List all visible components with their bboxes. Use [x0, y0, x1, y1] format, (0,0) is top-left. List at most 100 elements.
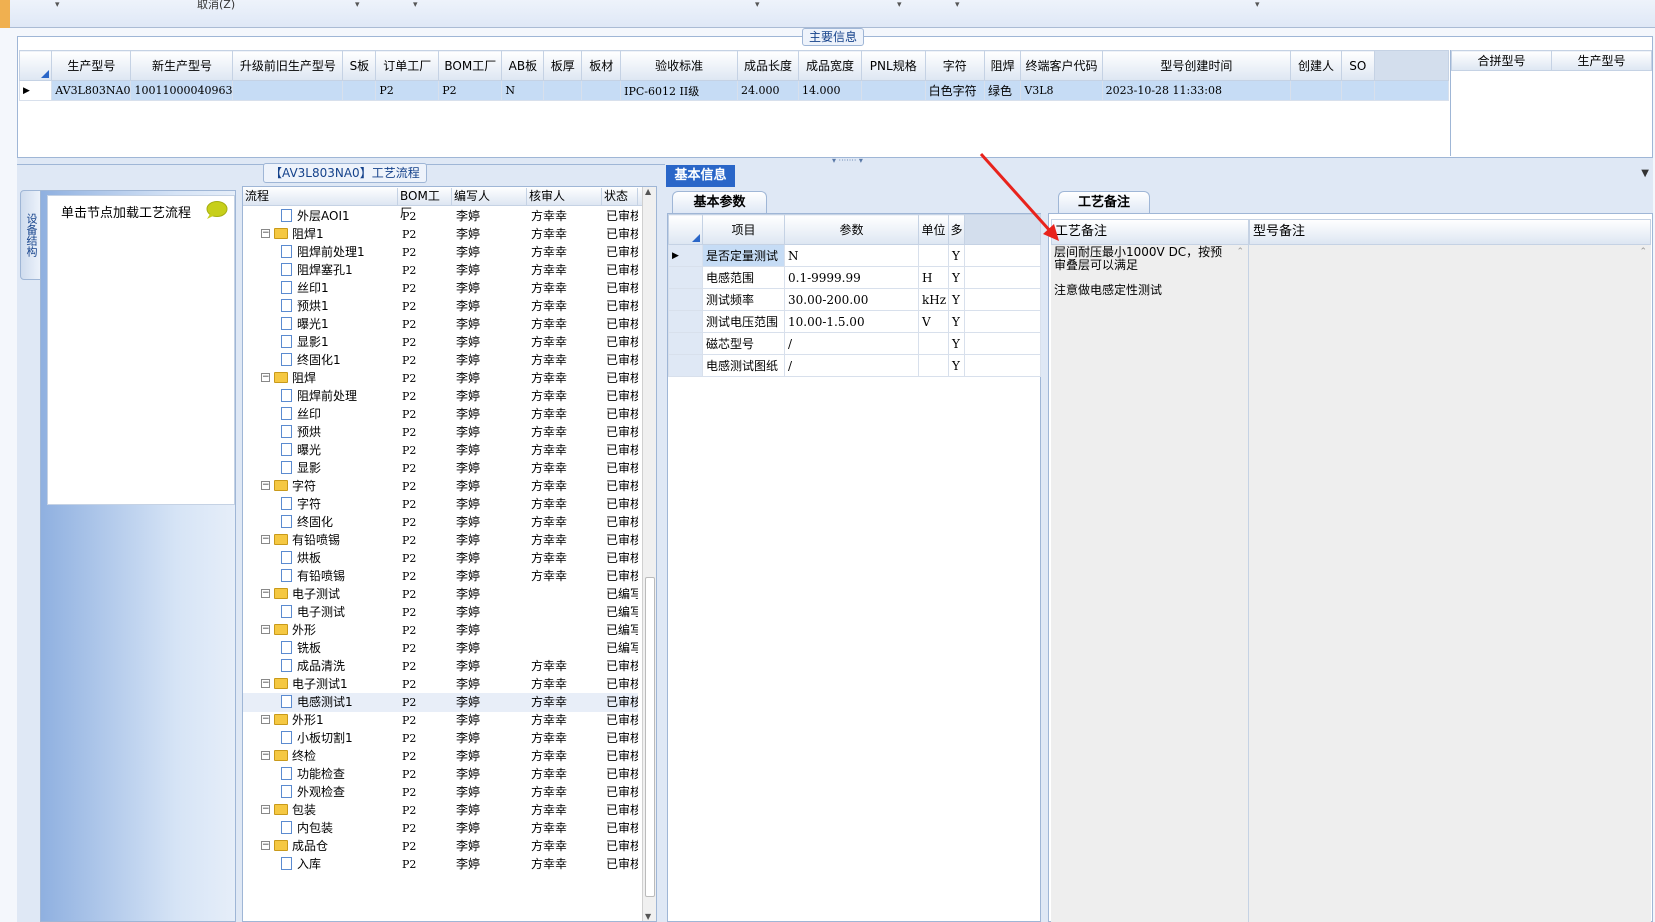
tree-row[interactable]: 丝印1 P2 李婷 方幸幸 已审核 — [243, 279, 638, 298]
tree-node[interactable]: 内包装 — [281, 819, 396, 838]
tree-row[interactable]: 电感测试1 P2 李婷 方幸幸 已审核 — [243, 693, 638, 712]
col-header[interactable]: 合拼型号 — [1451, 50, 1552, 71]
dropdown-caret-icon[interactable]: ▾ — [897, 0, 902, 10]
tree-row[interactable]: 预烘 P2 李婷 方幸幸 已审核 — [243, 423, 638, 442]
param-item-cell[interactable]: 电感测试图纸 — [702, 354, 785, 377]
param-unit-cell[interactable]: V — [918, 310, 949, 333]
tree-row[interactable]: 功能检查 P2 李婷 方幸幸 已审核 — [243, 765, 638, 784]
tree-row[interactable]: 丝印 P2 李婷 方幸幸 已审核 — [243, 405, 638, 424]
param-item-cell[interactable]: 是否定量测试 — [702, 244, 785, 267]
col-header[interactable]: 终端客户代码 — [1020, 50, 1103, 81]
col-header-process-notes[interactable]: 工艺备注 — [1051, 219, 1249, 245]
param-flag-cell[interactable]: Y — [948, 354, 965, 377]
tree-row[interactable]: 入库 P2 李婷 方幸幸 已审核 — [243, 855, 638, 874]
tree-row[interactable]: 成品清洗 P2 李婷 方幸幸 已审核 — [243, 657, 638, 676]
table-cell[interactable]: 14.000 — [798, 80, 862, 101]
tree-node[interactable]: − 外形 — [261, 621, 396, 640]
row-header[interactable] — [668, 332, 703, 355]
tree-node[interactable]: − 电子测试 — [261, 585, 396, 604]
tree-row[interactable]: 内包装 P2 李婷 方幸幸 已审核 — [243, 819, 638, 838]
tree-node[interactable]: 烘板 — [281, 549, 396, 568]
tree-row[interactable]: − 有铅喷锡 P2 李婷 方幸幸 已审核 — [243, 531, 638, 550]
table-row[interactable]: 测试电压范围 10.00-1.5.00 V Y — [668, 310, 1041, 333]
col-header[interactable]: 字符 — [924, 50, 986, 81]
col-header[interactable]: 单位 — [918, 214, 949, 245]
tree-node[interactable]: − 终检 — [261, 747, 396, 766]
tree-node[interactable]: 预烘1 — [281, 297, 396, 316]
col-header[interactable]: 板材 — [581, 50, 622, 81]
tree-node[interactable]: 显影 — [281, 459, 396, 478]
tree-node[interactable]: − 有铅喷锡 — [261, 531, 396, 550]
tree-row[interactable]: − 阻焊1 P2 李婷 方幸幸 已审核 — [243, 225, 638, 244]
param-value-cell[interactable]: 10.00-1.5.00 — [784, 310, 919, 333]
scroll-up-icon[interactable]: ⌃ — [1236, 247, 1244, 257]
table-cell[interactable] — [1290, 80, 1342, 101]
table-cell[interactable]: N — [501, 80, 545, 101]
tree-row[interactable]: 小板切割1 P2 李婷 方幸幸 已审核 — [243, 729, 638, 748]
col-header[interactable]: SO — [1340, 50, 1375, 81]
table-row[interactable]: 测试频率 30.00-200.00 kHz Y — [668, 288, 1041, 311]
col-header[interactable]: 阻焊 — [983, 50, 1022, 81]
table-cell[interactable]: 24.000 — [737, 80, 800, 101]
table-cell[interactable]: IPC-6012 II级 — [620, 80, 739, 101]
tree-node[interactable]: 功能检查 — [281, 765, 396, 784]
tree-node[interactable]: − 阻焊 — [261, 369, 396, 388]
col-header[interactable]: 创建人 — [1290, 50, 1342, 81]
param-flag-cell[interactable]: Y — [948, 310, 965, 333]
tree-node[interactable]: 字符 — [281, 495, 396, 514]
col-header-reviewer[interactable]: 核审人 — [527, 188, 602, 205]
col-header[interactable]: 成品长度 — [737, 50, 800, 81]
collapse-icon[interactable]: − — [261, 751, 270, 760]
table-cell[interactable]: AV3L803NA0 — [51, 80, 132, 101]
dropdown-caret-icon[interactable]: ▾ — [755, 0, 760, 10]
tree-row[interactable]: 字符 P2 李婷 方幸幸 已审核 — [243, 495, 638, 514]
col-header[interactable]: 型号创建时间 — [1101, 50, 1292, 81]
table-cell[interactable]: P2 — [438, 80, 503, 101]
tree-row[interactable]: 外层AOI1 P2 李婷 方幸幸 已审核 — [243, 207, 638, 226]
row-header[interactable] — [668, 354, 703, 377]
tree-node[interactable]: 终固化1 — [281, 351, 396, 370]
col-header[interactable]: PNL规格 — [860, 50, 926, 81]
param-value-cell[interactable]: 0.1-9999.99 — [784, 266, 919, 289]
tree-row[interactable]: − 成品仓 P2 李婷 方幸幸 已审核 — [243, 837, 638, 856]
col-header[interactable]: 升级前旧生产型号 — [232, 50, 344, 81]
col-header[interactable]: 生产型号 — [51, 50, 132, 81]
col-header[interactable]: BOM工厂 — [438, 50, 503, 81]
table-row[interactable]: 电感范围 0.1-9999.99 H Y — [668, 266, 1041, 289]
dropdown-caret-icon[interactable]: ▾ — [413, 0, 418, 10]
col-header[interactable]: 板厚 — [543, 50, 583, 81]
collapse-icon[interactable]: − — [261, 679, 270, 688]
model-notes-field[interactable]: ⌃ — [1249, 245, 1651, 922]
tree-node[interactable]: − 成品仓 — [261, 837, 396, 856]
collapse-icon[interactable]: − — [261, 481, 270, 490]
tree-row[interactable]: 外观检查 P2 李婷 方幸幸 已审核 — [243, 783, 638, 802]
tree-row[interactable]: − 包装 P2 李婷 方幸幸 已审核 — [243, 801, 638, 820]
table-row[interactable]: ▶ AV3L803NA0 10011000040963 P2 P2 N IPC-6012 … — [18, 80, 1450, 101]
tree-row[interactable]: 阻焊前处理1 P2 李婷 方幸幸 已审核 — [243, 243, 638, 262]
tree-row[interactable]: 曝光1 P2 李婷 方幸幸 已审核 — [243, 315, 638, 334]
tree-row[interactable]: 预烘1 P2 李婷 方幸幸 已审核 — [243, 297, 638, 316]
tree-node[interactable]: 电感测试1 — [281, 693, 396, 712]
tree-node[interactable]: 终固化 — [281, 513, 396, 532]
tree-node[interactable]: 小板切割1 — [281, 729, 396, 748]
vertical-splitter[interactable] — [1041, 186, 1047, 922]
col-header-model-notes[interactable]: 型号备注 — [1249, 219, 1651, 245]
param-unit-cell[interactable]: H — [918, 266, 949, 289]
param-flag-cell[interactable]: Y — [948, 288, 965, 311]
collapse-icon[interactable]: − — [261, 625, 270, 634]
table-cell[interactable] — [232, 80, 344, 101]
tree-node[interactable]: 丝印1 — [281, 279, 396, 298]
vertical-splitter[interactable] — [659, 186, 665, 922]
tab-process-notes[interactable]: 工艺备注 — [1058, 191, 1150, 213]
col-header[interactable]: 订单工厂 — [375, 50, 440, 81]
table-row[interactable]: 电感测试图纸 / Y — [668, 354, 1041, 377]
tab-basic-info[interactable]: 基本信息 — [666, 165, 735, 187]
table-cell[interactable] — [581, 80, 622, 101]
row-selector-header[interactable] — [18, 50, 53, 81]
param-unit-cell[interactable] — [918, 244, 949, 267]
dropdown-caret-icon[interactable]: ▼ — [1641, 168, 1649, 179]
tree-row[interactable]: 电子测试 P2 李婷 已编写 — [243, 603, 638, 622]
collapse-icon[interactable]: − — [261, 715, 270, 724]
tree-row[interactable]: 有铅喷锡 P2 李婷 方幸幸 已审核 — [243, 567, 638, 586]
param-flag-cell[interactable]: Y — [948, 266, 965, 289]
